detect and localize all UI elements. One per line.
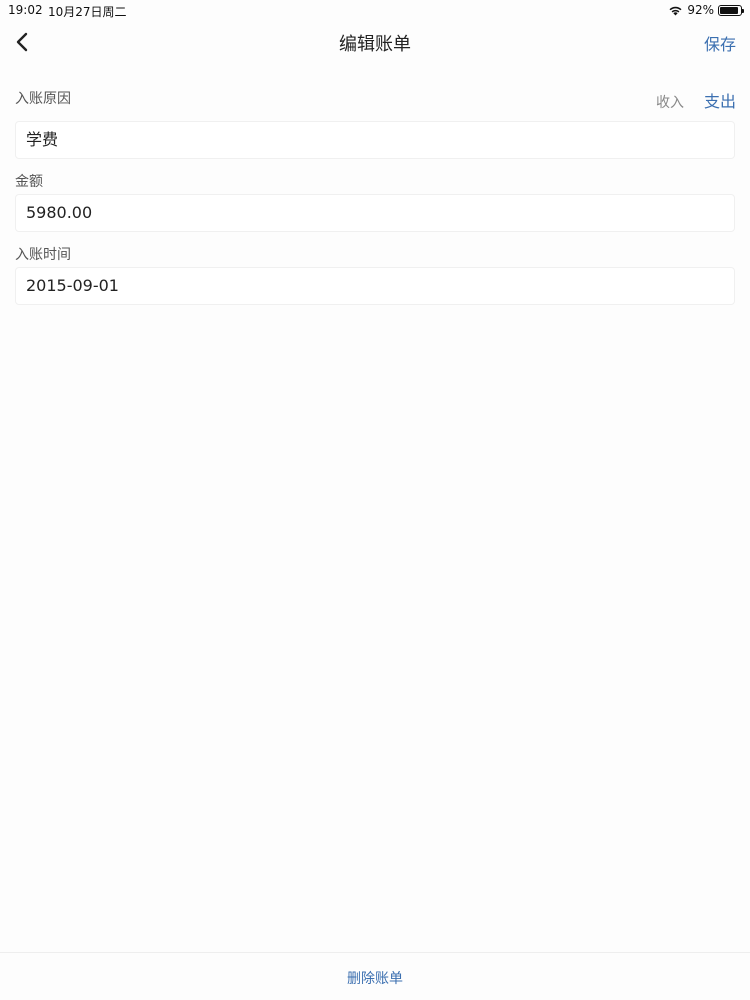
status-right: 92% [668,3,744,17]
wifi-icon [669,6,682,15]
save-button[interactable]: 保存 [704,31,736,55]
reason-label: 入账原因 [15,91,71,107]
delete-bill-button[interactable]: 删除账单 [347,968,403,988]
status-time: 19:02 [8,3,43,17]
bottom-bar: 删除账单 [0,952,750,1000]
battery-icon [718,4,744,16]
edit-bill-screen: 19:02 10月27日周二 92% 编辑账单 保存 入账原因 收入 支出 学费 [0,0,750,1000]
status-bar: 19:02 10月27日周二 92% [0,0,750,20]
type-income-option[interactable]: 收入 [656,92,684,112]
battery-percent: 92% [687,3,714,17]
nav-bar: 编辑账单 保存 [0,20,750,64]
battery-fill [720,6,739,14]
status-date: 10月27日周二 [48,5,127,19]
time-field[interactable]: 2015-09-01 [15,267,735,305]
amount-field[interactable]: 5980.00 [15,194,735,232]
page-title: 编辑账单 [339,34,411,55]
amount-label: 金额 [15,174,43,190]
type-expense-option[interactable]: 支出 [704,88,736,112]
type-toggle: 收入 支出 [656,88,736,112]
time-label: 入账时间 [15,247,71,263]
reason-field[interactable]: 学费 [15,121,735,159]
